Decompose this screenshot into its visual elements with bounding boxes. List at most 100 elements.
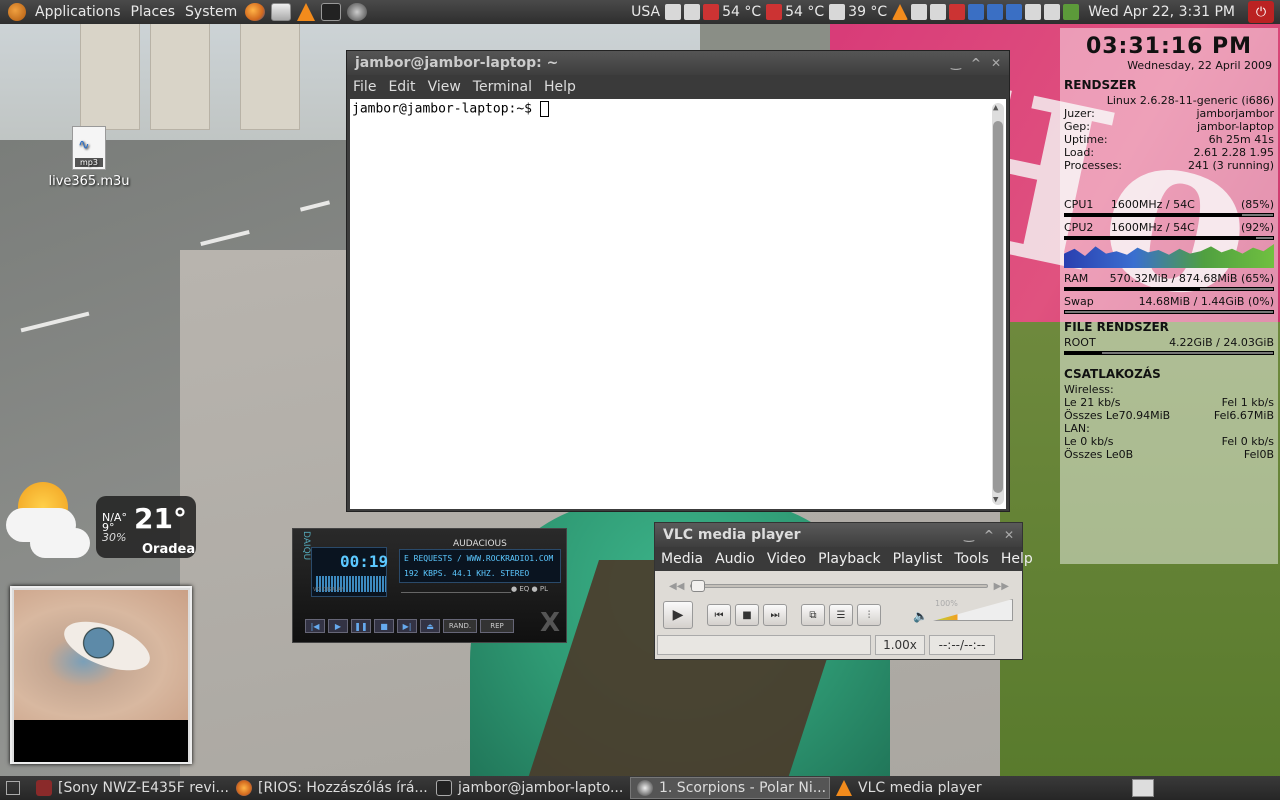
menu-system[interactable]: System: [180, 4, 242, 20]
keyboard-layout-indicator[interactable]: USA: [631, 4, 660, 20]
playback-time[interactable]: --:--/--:--: [929, 635, 995, 655]
signal-strength-icon[interactable]: [987, 4, 1004, 20]
cpu2-bar: [1064, 236, 1274, 240]
scrollbar-thumb[interactable]: [993, 121, 1003, 493]
workspace-switcher[interactable]: [1132, 779, 1154, 797]
menu-file[interactable]: File: [347, 79, 382, 95]
taskbar-item[interactable]: [RIOS: Hozzászólás írá...: [230, 777, 430, 799]
clock-launcher-icon[interactable]: [347, 3, 368, 21]
weather-city: Oradea: [142, 542, 196, 557]
screen-tray-icon[interactable]: [1006, 4, 1023, 20]
menu-media[interactable]: Media: [655, 551, 709, 567]
pause-button[interactable]: ❚❚: [351, 619, 371, 633]
volume-icon[interactable]: [1044, 4, 1061, 20]
audacious-icon: [637, 780, 653, 796]
menu-applications[interactable]: Applications: [30, 4, 126, 20]
eq-toggle[interactable]: ● EQ ● PL: [511, 585, 548, 593]
scrollbar[interactable]: ▲ ▼: [992, 103, 1004, 505]
menu-help[interactable]: Help: [995, 551, 1039, 567]
taskbar-item-label: [Sony NWZ-E435F revi...: [58, 780, 229, 796]
taskbar-item-label: VLC media player: [858, 780, 982, 796]
ram-row: RAM 570.32MiB / 874.68MiB (65%): [1064, 272, 1274, 285]
eject-button[interactable]: ⏏: [420, 619, 440, 633]
next-button[interactable]: ▶|: [397, 619, 417, 633]
menu-places[interactable]: Places: [126, 4, 181, 20]
previous-button[interactable]: ⏮: [707, 604, 731, 626]
maximize-icon[interactable]: ^: [984, 528, 994, 542]
audacious-tray-icon[interactable]: [911, 4, 928, 20]
firefox-launcher-icon[interactable]: [245, 3, 266, 21]
volume-control[interactable]: 🔈 100%: [913, 599, 1013, 623]
window-titlebar[interactable]: jambor@jambor-laptop: ~ ‿ ^ ✕: [347, 51, 1009, 75]
repeat-button[interactable]: REP: [480, 619, 514, 633]
stop-button[interactable]: ■: [735, 604, 759, 626]
menu-tools[interactable]: Tools: [948, 551, 995, 567]
network-tray-icon[interactable]: [949, 4, 966, 20]
vlc-launcher-icon[interactable]: [297, 3, 316, 21]
weather-widget: N/A° 9° 30% 21° Oradea: [0, 478, 200, 568]
seek-bar[interactable]: ◀◀ ▶▶: [669, 579, 1009, 593]
play-button[interactable]: ▶: [663, 601, 693, 629]
menu-edit[interactable]: Edit: [382, 79, 421, 95]
previous-button[interactable]: |◀: [305, 619, 325, 633]
calendar-icon[interactable]: [665, 4, 682, 20]
calendar-icon[interactable]: [684, 4, 701, 20]
file-manager-launcher-icon[interactable]: [271, 3, 292, 21]
stop-button[interactable]: ■: [374, 619, 394, 633]
clock-datetime[interactable]: Wed Apr 22, 3:31 PM: [1088, 4, 1235, 20]
audacious-side-label: DAIQU: [301, 531, 311, 561]
stream-info: 192 KBPS. 44.1 KHZ. STEREO: [404, 569, 530, 578]
close-icon[interactable]: ✕: [991, 56, 1001, 70]
extended-settings-button[interactable]: ⫶: [857, 604, 881, 626]
fullscreen-button[interactable]: ⧉: [801, 604, 825, 626]
show-desktop-icon[interactable]: [6, 781, 20, 795]
minimize-icon[interactable]: ‿: [951, 56, 961, 70]
kernel-version: Linux 2.6.28-11-generic (i686): [1106, 94, 1274, 107]
taskbar-item[interactable]: VLC media player: [830, 777, 1030, 799]
menu-terminal[interactable]: Terminal: [467, 79, 538, 95]
playlist-button[interactable]: ☰: [829, 604, 853, 626]
net-row: Összes Le0B Fel0B: [1064, 448, 1274, 461]
volume-balance-sliders[interactable]: [401, 587, 511, 593]
maximize-icon[interactable]: ^: [971, 56, 981, 70]
menu-playlist[interactable]: Playlist: [887, 551, 949, 567]
shuffle-button[interactable]: RAND.: [443, 619, 477, 633]
speaker-icon[interactable]: 🔈: [913, 609, 928, 623]
taskbar-item[interactable]: [Sony NWZ-E435F revi...: [30, 777, 230, 799]
seek-knob[interactable]: [691, 580, 706, 592]
mail-icon[interactable]: [1025, 4, 1042, 20]
power-icon[interactable]: ⏻: [1248, 1, 1274, 23]
tools-tray-icon[interactable]: [930, 4, 947, 20]
play-button[interactable]: ▶: [328, 619, 348, 633]
taskbar-item-active[interactable]: 1. Scorpions - Polar Ni...: [630, 777, 830, 799]
next-button[interactable]: ⏭: [763, 604, 787, 626]
menu-view[interactable]: View: [422, 79, 467, 95]
menu-video[interactable]: Video: [761, 551, 812, 567]
thermometer-icon: [766, 4, 783, 20]
terminal-launcher-icon[interactable]: [321, 3, 342, 21]
taskbar-item[interactable]: jambor@jambor-lapto...: [430, 777, 630, 799]
menu-audio[interactable]: Audio: [709, 551, 761, 567]
song-info-display: E REQUESTS / WWW.ROCKRADIO1.COM 192 KBPS…: [399, 549, 561, 583]
gnome-foot-icon[interactable]: [8, 3, 26, 21]
minimize-icon[interactable]: ‿: [964, 528, 974, 542]
menu-playback[interactable]: Playback: [812, 551, 886, 567]
network-manager-icon[interactable]: [1063, 4, 1080, 20]
update-tray-icon[interactable]: [968, 4, 985, 20]
weather-temperature: 21°: [134, 502, 187, 535]
cpu-temperature: 54 °C: [785, 4, 825, 20]
window-titlebar[interactable]: VLC media player ‿ ^ ✕: [655, 523, 1022, 547]
terminal-text-area[interactable]: jambor@jambor-laptop:~$ ▲ ▼: [350, 99, 1006, 509]
faster-icon[interactable]: ▶▶: [994, 581, 1009, 592]
swap-row: Swap 14.68MiB / 1.44GiB (0%): [1064, 295, 1274, 308]
playback-speed[interactable]: 1.00x: [875, 635, 925, 655]
vlc-tray-icon[interactable]: [892, 4, 909, 20]
shell-prompt: jambor@jambor-laptop:~$: [352, 101, 540, 117]
status-message: [657, 635, 871, 655]
close-icon[interactable]: ✕: [1004, 528, 1014, 542]
audacious-player-window: DAIQU 00:19 VIZ DISPLAY AUDACIOUS E REQU…: [292, 528, 567, 643]
slower-icon[interactable]: ◀◀: [669, 581, 684, 592]
menu-help[interactable]: Help: [538, 79, 582, 95]
desktop-file-live365[interactable]: ∿ mp3 live365.m3u: [44, 126, 134, 189]
net-row: Le 0 kb/s Fel 0 kb/s: [1064, 435, 1274, 448]
